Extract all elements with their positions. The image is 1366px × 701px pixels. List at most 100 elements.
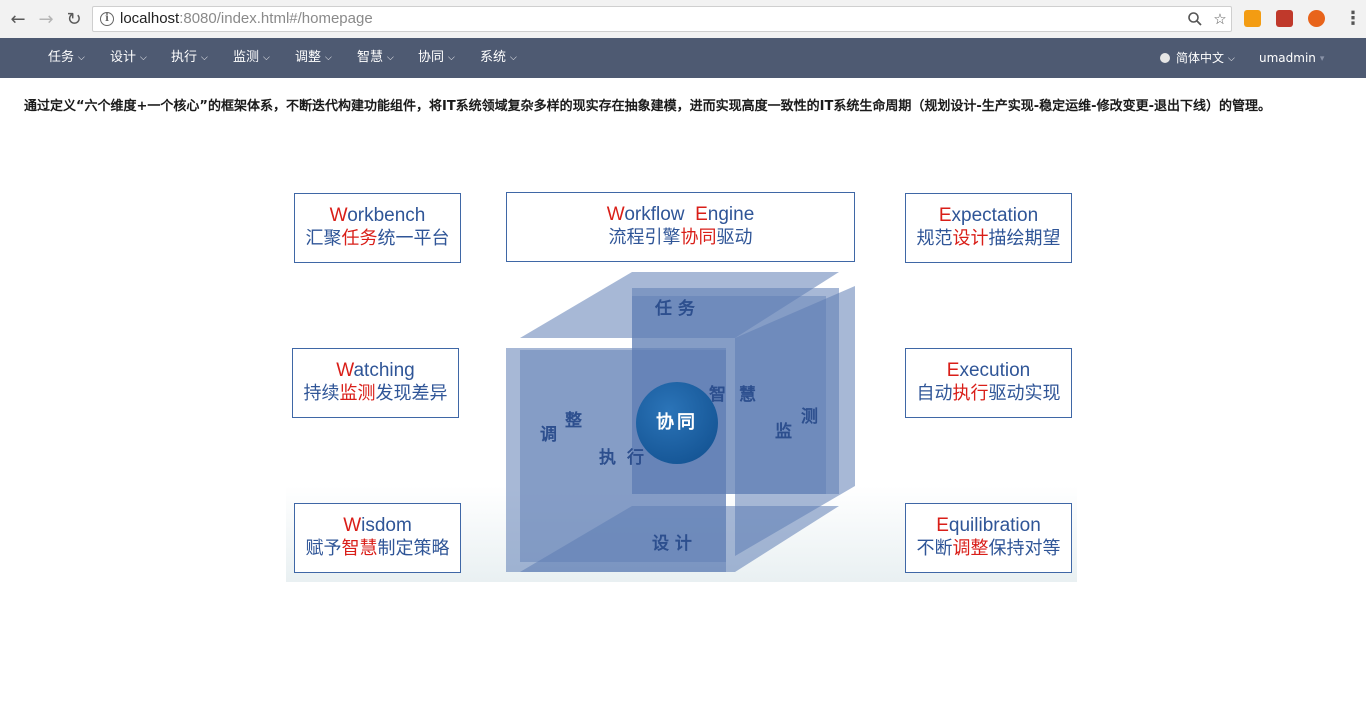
card-subtitle: 赋予智慧制定策略 (295, 537, 460, 561)
forward-icon[interactable]: → (35, 8, 57, 30)
core-label: 协同 (656, 412, 698, 433)
nav-item-task[interactable]: 任务 ⌵ (48, 38, 85, 78)
card-subtitle-a: 持续 (303, 383, 340, 404)
url-text: localhost:8080/index.html#/homepage (120, 10, 373, 27)
core-circle: 协同 (636, 382, 718, 464)
reload-icon[interactable]: ↻ (63, 8, 85, 30)
intro-text: 通过定义“六个维度+一个核心”的框架体系，不断迭代构建功能组件，将IT系统领域复… (24, 99, 1271, 114)
url-host: localhost (120, 10, 180, 27)
app-navbar: 任务 ⌵ 设计 ⌵ 执行 ⌵ 监测 ⌵ 调整 ⌵ 智慧 ⌵ 协同 ⌵ 系统 ⌵ 简体中文 ⌵ um… (0, 38, 1366, 78)
cube-label-wisdom-b: 慧 (739, 385, 756, 405)
user-menu[interactable]: umadmin ▾ (1259, 38, 1324, 78)
cube-label-adjust-b: 整 (565, 411, 582, 431)
nav-item-monitor[interactable]: 监测 ⌵ (233, 38, 270, 78)
nav-label: 调整 (295, 50, 322, 65)
nav-label: 设计 (110, 50, 137, 65)
card-expectation: Expectation 规范设计描绘期望 (905, 193, 1072, 263)
nav-item-execute[interactable]: 执行 ⌵ (171, 38, 208, 78)
card-subtitle-a: 汇聚 (305, 228, 342, 249)
nav-item-collaborate[interactable]: 协同 ⌵ (418, 38, 455, 78)
card-title-rest: quilibration (948, 515, 1041, 536)
card-title-rest: orkbench (347, 205, 426, 226)
nav-label: 协同 (418, 50, 445, 65)
bookmark-star-icon[interactable]: ☆ (1212, 11, 1228, 27)
nav-label: 任务 (48, 50, 75, 65)
cube-label-adjust-a: 调 (540, 425, 557, 445)
card-subtitle-highlight: 执行 (952, 383, 989, 404)
back-icon[interactable]: ← (7, 8, 29, 30)
card-title-mid: orkflow (624, 204, 696, 225)
chevron-down-icon: ⌵ (387, 53, 394, 63)
address-bar[interactable]: i localhost:8080/index.html#/homepage ☆ (92, 6, 1232, 32)
card-title-initial: E (936, 515, 949, 536)
card-subtitle-b: 驱动 (716, 227, 753, 248)
card-title-rest: xpectation (951, 205, 1039, 226)
addon-extension-icon[interactable] (1308, 10, 1325, 27)
card-subtitle: 流程引擎协同驱动 (507, 226, 854, 250)
chevron-down-icon: ⌵ (201, 53, 208, 63)
nav-label: 执行 (171, 50, 198, 65)
info-icon[interactable]: i (100, 12, 114, 26)
card-workflow-engine: Workflow Engine 流程引擎协同驱动 (506, 192, 855, 262)
nav-label: 智慧 (357, 50, 384, 65)
card-title: Expectation (906, 205, 1071, 227)
extension-icon[interactable] (1244, 10, 1261, 27)
nav-item-design[interactable]: 设计 ⌵ (110, 38, 147, 78)
card-subtitle-a: 自动 (916, 383, 953, 404)
flash-extension-icon[interactable] (1276, 10, 1293, 27)
card-execution: Execution 自动执行驱动实现 (905, 348, 1072, 418)
card-subtitle-highlight: 任务 (341, 228, 378, 249)
card-workbench: Workbench 汇聚任务统一平台 (294, 193, 461, 263)
card-subtitle: 汇聚任务统一平台 (295, 227, 460, 251)
card-title: Wisdom (295, 515, 460, 537)
cube-label-execute-a: 执 (599, 448, 616, 468)
card-title-rest: ngine (707, 204, 755, 225)
card-subtitle-b: 驱动实现 (988, 383, 1061, 404)
chevron-down-icon: ⌵ (448, 53, 455, 63)
card-subtitle-a: 不断 (916, 538, 953, 559)
card-title: Workbench (295, 205, 460, 227)
card-subtitle: 持续监测发现差异 (293, 382, 458, 406)
chevron-down-icon: ⌵ (510, 53, 517, 63)
nav-item-adjust[interactable]: 调整 ⌵ (295, 38, 332, 78)
card-title-initial: W (606, 204, 625, 225)
card-title: Watching (293, 360, 458, 382)
card-subtitle-highlight: 调整 (952, 538, 989, 559)
nav-label: 系统 (480, 50, 507, 65)
card-subtitle-b: 描绘期望 (988, 228, 1061, 249)
url-path: :8080/index.html#/homepage (179, 10, 373, 27)
nav-item-wisdom[interactable]: 智慧 ⌵ (357, 38, 394, 78)
card-subtitle-highlight: 监测 (339, 383, 376, 404)
framework-diagram: 任 务 设 计 调 整 智 慧 监 测 执 行 协同 Workbench 汇聚任… (286, 186, 1077, 582)
card-subtitle: 自动执行驱动实现 (906, 382, 1071, 406)
card-subtitle-highlight: 设计 (952, 228, 989, 249)
card-subtitle-b: 保持对等 (988, 538, 1061, 559)
card-title-initial: E (946, 360, 960, 381)
zoom-icon[interactable] (1187, 11, 1203, 27)
language-selector[interactable]: 简体中文 ⌵ (1160, 38, 1235, 78)
card-subtitle-a: 流程引擎 (608, 227, 681, 248)
card-subtitle-b: 制定策略 (377, 538, 450, 559)
card-subtitle-a: 赋予 (305, 538, 342, 559)
cube-label-monitor-b: 测 (801, 407, 818, 427)
card-subtitle: 规范设计描绘期望 (906, 227, 1071, 251)
chevron-down-icon: ⌵ (325, 53, 332, 63)
card-title-initial: W (329, 205, 348, 226)
card-subtitle-highlight: 协同 (680, 227, 717, 248)
card-subtitle: 不断调整保持对等 (906, 537, 1071, 561)
card-title-initial: E (938, 205, 952, 226)
language-label: 简体中文 (1176, 51, 1225, 65)
nav-label: 监测 (233, 50, 260, 65)
nav-item-system[interactable]: 系统 ⌵ (480, 38, 517, 78)
browser-toolbar: ← → ↻ i localhost:8080/index.html#/homep… (0, 0, 1366, 39)
browser-menu-icon[interactable]: ⋮ (1344, 8, 1362, 30)
card-watching: Watching 持续监测发现差异 (292, 348, 459, 418)
chevron-down-icon: ⌵ (1228, 54, 1235, 64)
username: umadmin (1259, 51, 1316, 65)
card-title-rest: atching (353, 360, 415, 381)
cube-label-monitor-a: 监 (775, 422, 792, 442)
card-title: Workflow Engine (507, 204, 854, 226)
cube-label-task: 任 务 (655, 299, 695, 319)
card-title: Equilibration (906, 515, 1071, 537)
card-equilibration: Equilibration 不断调整保持对等 (905, 503, 1072, 573)
